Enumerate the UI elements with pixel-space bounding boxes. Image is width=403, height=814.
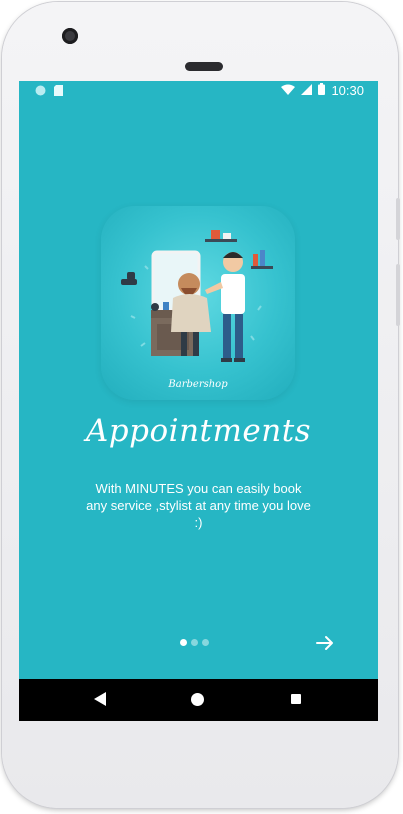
front-camera: [62, 28, 78, 44]
app-screen: 10:30 Barbershop Appointments With MINUT…: [19, 81, 378, 721]
arrow-right-icon: [316, 636, 333, 650]
volume-button: [396, 198, 400, 240]
page-title: Appointments: [85, 413, 312, 449]
power-button: [396, 264, 400, 326]
signal-icon: [301, 83, 313, 98]
sd-card-icon: [54, 84, 63, 99]
back-icon: [94, 692, 106, 706]
navigation-bar: [19, 679, 378, 721]
earpiece-speaker: [185, 62, 223, 71]
barbershop-illustration: Barbershop: [101, 206, 295, 400]
back-button[interactable]: [94, 692, 106, 711]
page-dot-3[interactable]: [202, 639, 209, 646]
circle-notification-icon: [35, 84, 46, 99]
status-time: 10:30: [331, 83, 364, 98]
home-button[interactable]: [191, 693, 204, 706]
battery-icon: [318, 83, 326, 98]
wifi-icon: [281, 83, 296, 98]
illustration-caption: Barbershop: [168, 379, 228, 390]
status-bar: 10:30: [19, 81, 378, 101]
page-dot-1[interactable]: [180, 639, 187, 646]
page-dot-2[interactable]: [191, 639, 198, 646]
next-button[interactable]: [313, 631, 337, 655]
recents-button[interactable]: [291, 694, 301, 704]
page-indicator: [180, 639, 209, 646]
page-description: With MINUTES you can easily book any ser…: [86, 481, 311, 530]
